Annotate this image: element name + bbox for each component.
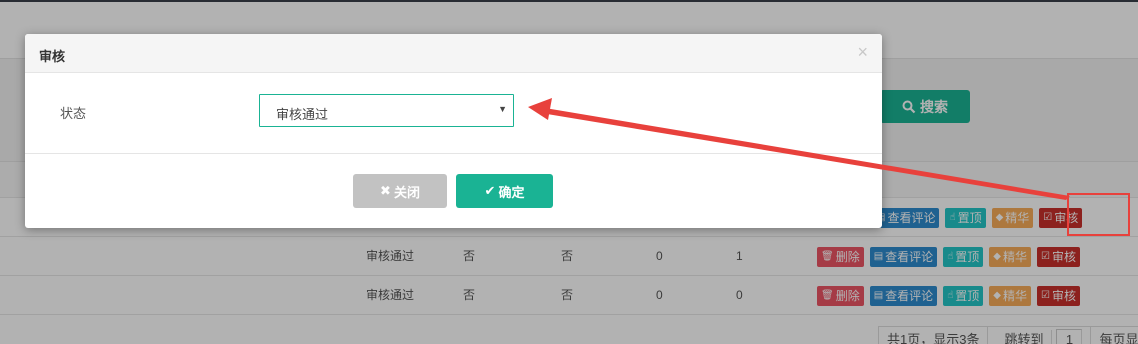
annotation-arrow [528,98,1070,200]
annotation-arrow-head [528,98,552,120]
annotation-arrow-shaft [541,108,1070,200]
